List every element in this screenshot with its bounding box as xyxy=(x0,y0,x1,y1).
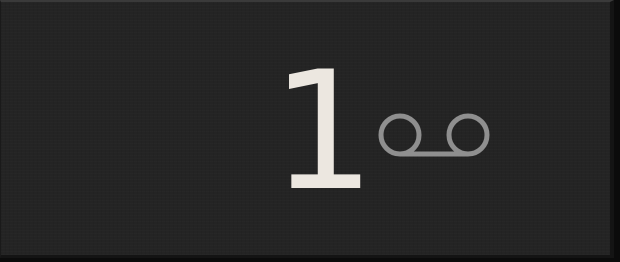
voicemail-badge[interactable]: 1 xyxy=(0,0,614,258)
voicemail-icon xyxy=(378,113,490,157)
voicemail-count: 1 xyxy=(271,36,375,227)
